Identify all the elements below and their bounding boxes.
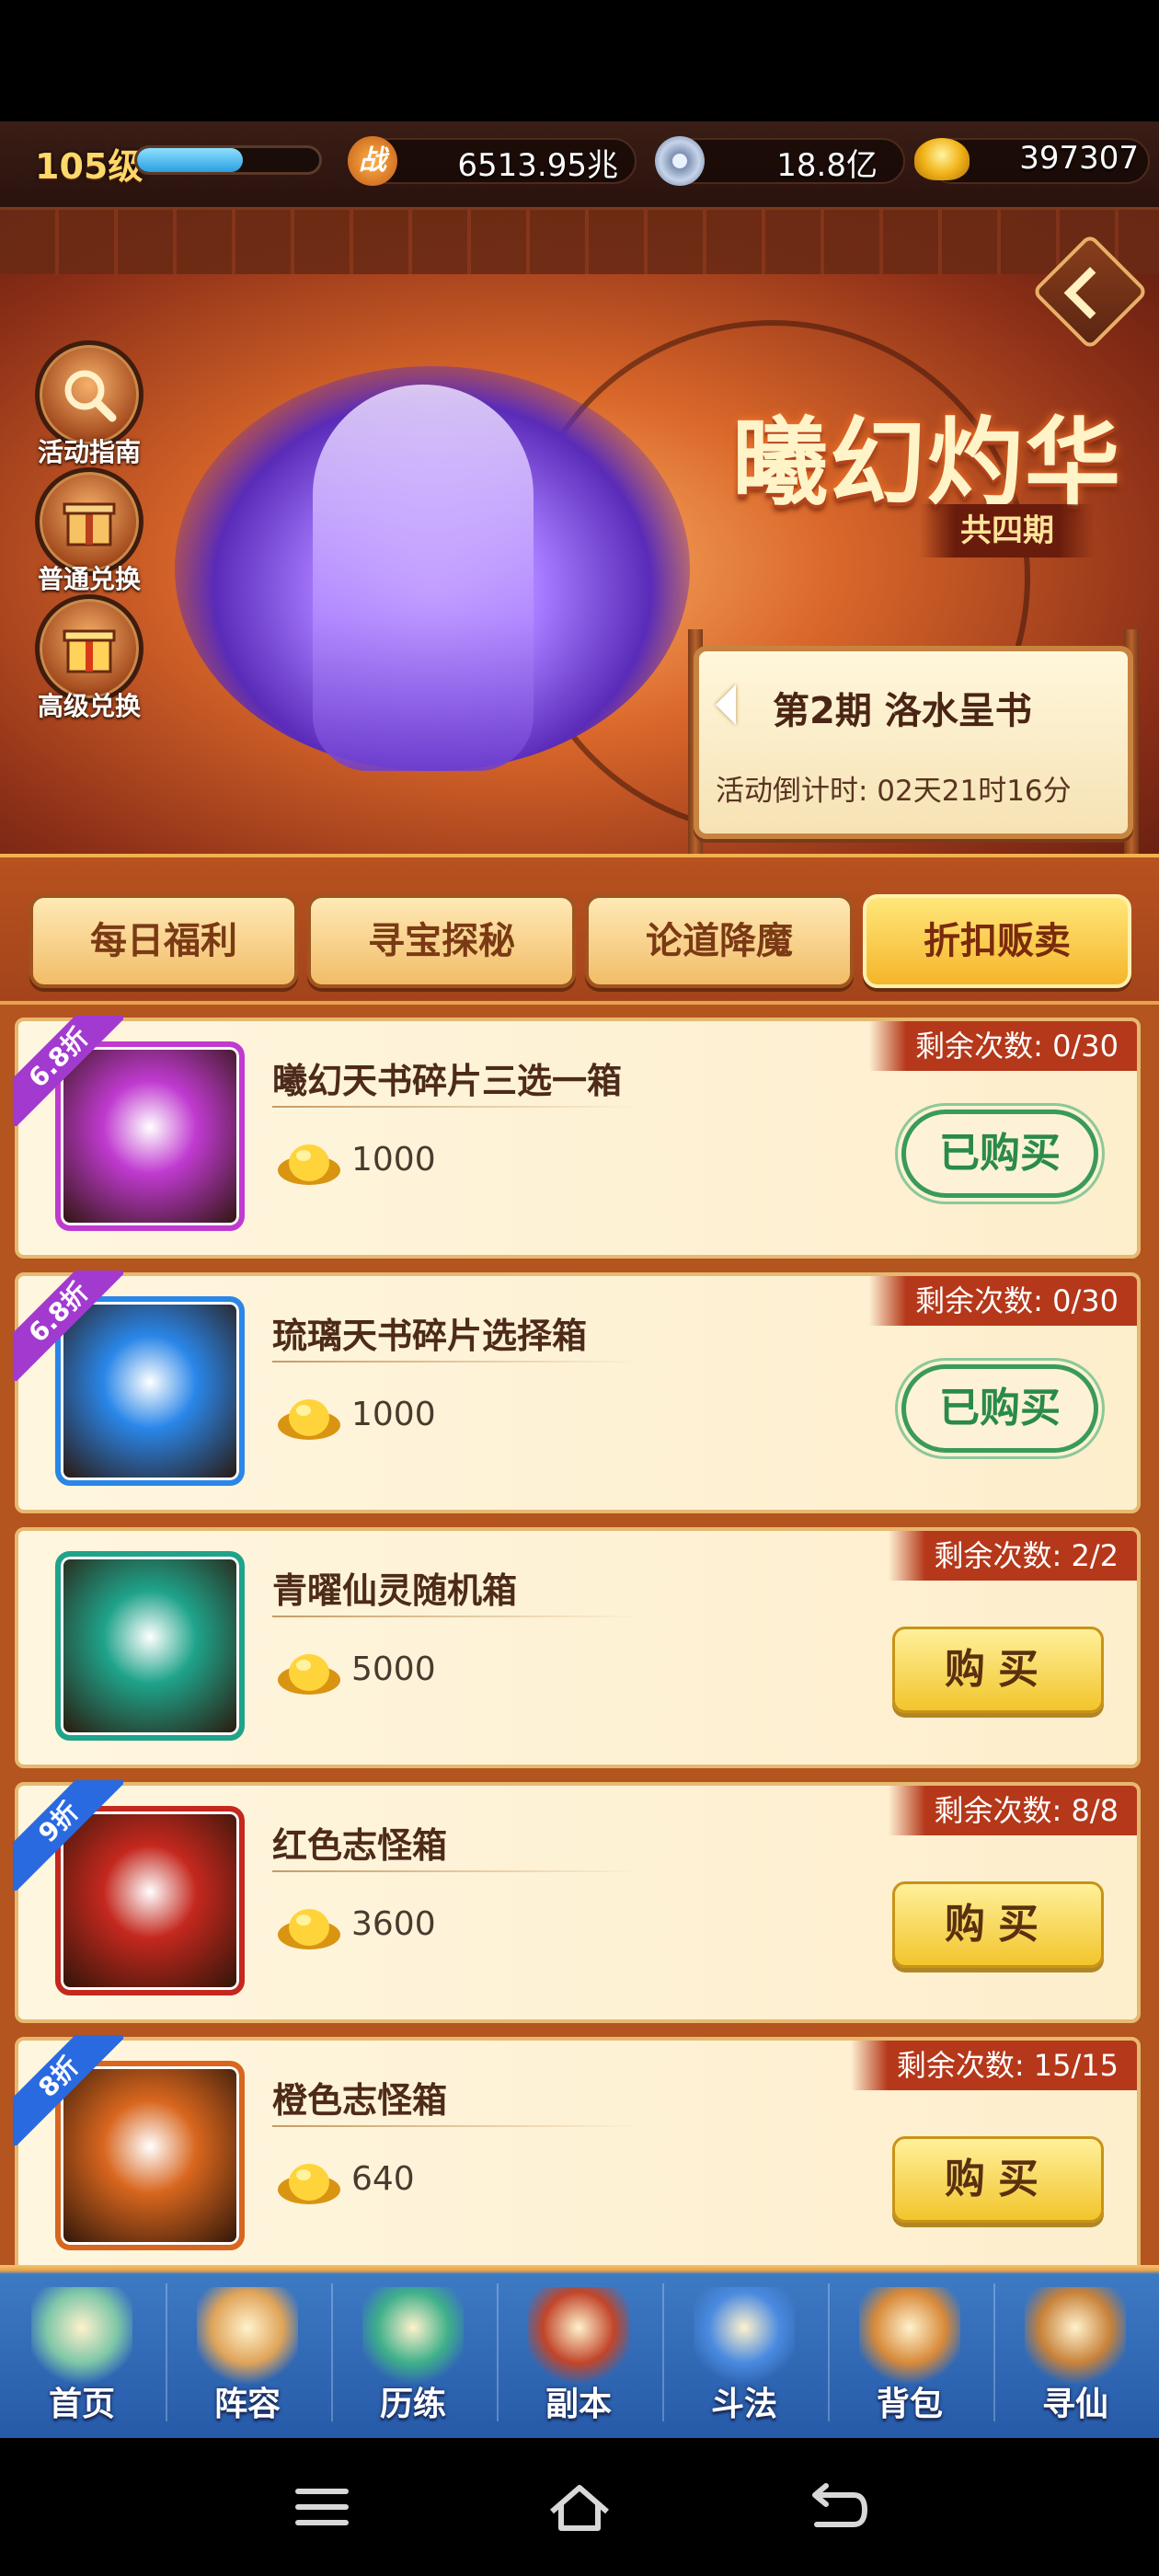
remaining-count: 剩余次数: 8/8 xyxy=(888,1786,1137,1835)
exp-bar xyxy=(134,145,322,175)
home-icon[interactable] xyxy=(543,2475,616,2539)
nav-item-bag[interactable]: 背包 xyxy=(828,2271,992,2438)
silver-value: 18.8亿 xyxy=(776,147,878,184)
hero-art-figure xyxy=(313,385,534,771)
exp-bar-fill xyxy=(137,148,243,172)
nav-label: 阵容 xyxy=(213,2386,281,2423)
shop-item-list[interactable]: 曦幻天书碎片三选一箱 1000 剩余次数: 0/30 6.8折 已购买 琉璃天书… xyxy=(0,1005,1159,2265)
back-arrow-icon xyxy=(1063,267,1117,319)
nav-item-sword[interactable]: 斗法 xyxy=(662,2271,826,2438)
shop-item: 橙色志怪箱 640 剩余次数: 15/15 8折 购买 xyxy=(13,2035,1141,2265)
purchased-button[interactable]: 已购买 xyxy=(901,1110,1098,1198)
item-price: 5000 xyxy=(351,1650,436,1688)
power-value: 6513.95兆 xyxy=(457,147,618,184)
event-subtitle: 共四期 xyxy=(920,504,1095,558)
purchased-button[interactable]: 已购买 xyxy=(901,1364,1098,1453)
roof-decoration xyxy=(0,210,1159,274)
item-name: 红色志怪箱 xyxy=(272,1825,448,1866)
cards-icon xyxy=(197,2287,298,2388)
nav-item-cards[interactable]: 阵容 xyxy=(166,2271,329,2438)
buy-button[interactable]: 购买 xyxy=(892,2136,1104,2223)
tab-bar: 每日福利 寻宝探秘 论道降魔 折扣贩卖 xyxy=(0,854,1159,1005)
item-price: 1000 xyxy=(351,1396,436,1433)
tab-dao-demon[interactable]: 论道降魔 xyxy=(585,894,854,988)
gold-ingot-icon xyxy=(278,1399,340,1440)
shop-item: 青曜仙灵随机箱 5000 剩余次数: 2/2 购买 xyxy=(15,1527,1141,1768)
home-mountain-icon xyxy=(31,2287,132,2388)
silver-coin-icon xyxy=(655,136,705,186)
item-price: 1000 xyxy=(351,1141,436,1179)
nav-item-gate[interactable]: 副本 xyxy=(497,2271,660,2438)
sword-icon xyxy=(694,2287,795,2388)
activity-guide-button[interactable]: 活动指南 xyxy=(28,340,151,469)
nav-label: 历练 xyxy=(379,2386,446,2423)
period-signboard: 第2期 洛水呈书 活动倒计时: 02天21时16分 xyxy=(688,629,1139,854)
item-name: 曦幻天书碎片三选一箱 xyxy=(272,1061,623,1101)
discount-label: 9折 xyxy=(13,1780,123,1891)
system-navigation-bar xyxy=(0,2438,1159,2576)
discount-ribbon: 6.8折 xyxy=(13,1016,123,1126)
shop-item: 曦幻天书碎片三选一箱 1000 剩余次数: 0/30 6.8折 已购买 xyxy=(13,1016,1141,1259)
advanced-exchange-button[interactable]: 高级兑换 xyxy=(28,594,151,723)
nav-label: 斗法 xyxy=(710,2386,777,2423)
nav-label: 寻仙 xyxy=(1041,2386,1108,2423)
discount-label: 8折 xyxy=(13,2035,123,2145)
nav-item-scroll-eye[interactable]: 寻仙 xyxy=(993,2271,1157,2438)
menu-icon[interactable] xyxy=(285,2475,359,2539)
normal-exchange-button[interactable]: 普通兑换 xyxy=(28,467,151,596)
discount-label: 6.8折 xyxy=(13,1016,123,1126)
buy-button[interactable]: 购买 xyxy=(892,1881,1104,1968)
nav-label: 副本 xyxy=(545,2386,612,2423)
gold-ingot-icon xyxy=(914,138,970,180)
discount-label: 6.8折 xyxy=(13,1271,123,1381)
discount-ribbon: 6.8折 xyxy=(13,1271,123,1381)
period-card: 第2期 洛水呈书 活动倒计时: 02天21时16分 xyxy=(694,646,1133,839)
player-level: 105级 xyxy=(35,146,143,187)
remaining-count: 剩余次数: 15/15 xyxy=(850,2041,1137,2090)
bag-icon xyxy=(859,2287,960,2388)
gold-ingot-icon xyxy=(278,1654,340,1695)
tab-treasure-hunt[interactable]: 寻宝探秘 xyxy=(307,894,576,988)
tab-discount-sale[interactable]: 折扣贩卖 xyxy=(863,894,1131,988)
gourd-icon xyxy=(362,2287,464,2388)
remaining-count: 剩余次数: 0/30 xyxy=(869,1276,1137,1326)
shop-item: 红色志怪箱 3600 剩余次数: 8/8 9折 购买 xyxy=(13,1780,1141,2023)
system-status-bar xyxy=(0,0,1159,121)
nav-item-home-mountain[interactable]: 首页 xyxy=(0,2271,164,2438)
item-name: 橙色志怪箱 xyxy=(272,2080,448,2121)
discount-ribbon: 8折 xyxy=(13,2035,123,2145)
nav-label: 首页 xyxy=(48,2386,115,2423)
nav-label: 背包 xyxy=(876,2386,943,2423)
shop-item: 琉璃天书碎片选择箱 1000 剩余次数: 0/30 6.8折 已购买 xyxy=(13,1271,1141,1513)
nav-item-gourd[interactable]: 历练 xyxy=(331,2271,495,2438)
event-title: 曦幻灼华 xyxy=(731,407,1122,519)
item-box-icon xyxy=(55,1551,245,1741)
resource-bar: 105级 战 6513.95兆 18.8亿 397307 xyxy=(0,121,1159,210)
period-title: 第2期 洛水呈书 xyxy=(773,690,1032,732)
item-price: 3600 xyxy=(351,1905,436,1943)
battle-power-icon: 战 xyxy=(348,136,397,186)
event-countdown: 活动倒计时: 02天21时16分 xyxy=(716,775,1072,808)
buy-button[interactable]: 购买 xyxy=(892,1627,1104,1713)
tab-daily-welfare[interactable]: 每日福利 xyxy=(29,894,298,988)
gate-icon xyxy=(528,2287,629,2388)
gold-ingot-icon xyxy=(278,1144,340,1185)
item-name: 琉璃天书碎片选择箱 xyxy=(272,1316,588,1356)
bottom-navigation: 首页 阵容 历练 副本 斗法 背包 寻仙 xyxy=(0,2265,1159,2438)
back-system-icon[interactable] xyxy=(800,2475,874,2539)
event-banner: 曦幻灼华 共四期 活动指南 普通兑换 高级兑换 第2期 洛水呈书 活动倒计时: … xyxy=(0,210,1159,854)
gold-ingot-icon xyxy=(278,2164,340,2204)
gold-value: 397307 xyxy=(1019,140,1139,177)
remaining-count: 剩余次数: 0/30 xyxy=(869,1021,1137,1071)
scroll-eye-icon xyxy=(1025,2287,1126,2388)
item-name: 青曜仙灵随机箱 xyxy=(272,1570,518,1611)
prev-period-arrow-icon[interactable] xyxy=(716,684,736,725)
gold-ingot-icon xyxy=(278,1909,340,1949)
item-price: 640 xyxy=(351,2160,415,2198)
remaining-count: 剩余次数: 2/2 xyxy=(888,1531,1137,1581)
discount-ribbon: 9折 xyxy=(13,1780,123,1891)
